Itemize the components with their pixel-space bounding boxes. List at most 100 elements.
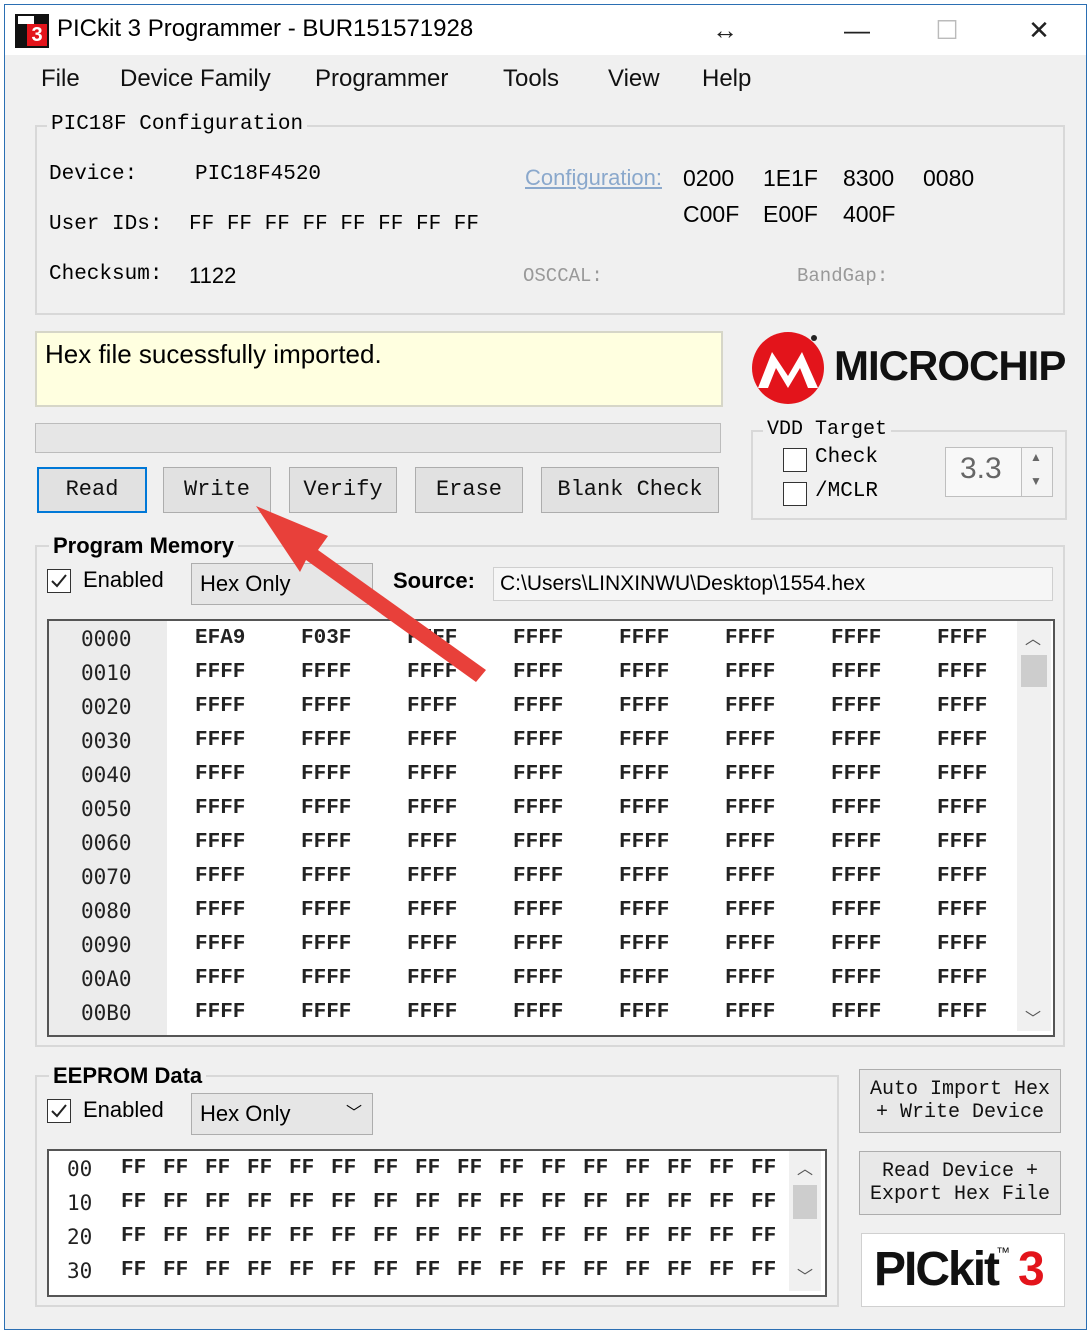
memory-word: FFFF <box>195 967 246 990</box>
microchip-logo: MICROCHIP <box>750 330 1066 406</box>
memory-word: FFFF <box>831 797 882 820</box>
program-enabled-checkbox[interactable] <box>47 569 71 593</box>
scroll-thumb[interactable] <box>1021 655 1047 687</box>
eeprom-byte: FF <box>163 1225 189 1248</box>
program-scrollbar[interactable]: ︿ ﹀ <box>1017 621 1051 1031</box>
menu-device-family[interactable]: Device Family <box>120 65 271 93</box>
spin-down-icon[interactable]: ▼ <box>1030 474 1042 488</box>
minimize-button[interactable]: — <box>823 5 891 55</box>
write-button[interactable]: Write <box>163 467 271 513</box>
memory-word: FFFF <box>619 763 670 786</box>
memory-address: 0030 <box>81 729 132 753</box>
config-word: 8300 <box>843 165 895 191</box>
memory-word: FFFF <box>831 661 882 684</box>
menu-programmer[interactable]: Programmer <box>315 65 448 93</box>
vdd-check-label: Check <box>815 446 879 469</box>
verify-button[interactable]: Verify <box>289 467 397 513</box>
memory-word: FFFF <box>937 933 988 956</box>
eeprom-byte: FF <box>247 1259 273 1282</box>
menu-view[interactable]: View <box>608 65 660 93</box>
eeprom-byte: FF <box>541 1191 567 1214</box>
memory-word: FFFF <box>513 627 564 650</box>
eeprom-byte: FF <box>415 1157 441 1180</box>
memory-word: FFFF <box>619 967 670 990</box>
read-button[interactable]: Read <box>37 467 147 513</box>
menu-help[interactable]: Help <box>702 65 751 93</box>
configuration-link[interactable]: Configuration: <box>525 165 662 191</box>
program-memory-grid[interactable]: 0000 EFA9 F03F FFFF FFFF FFFF FFFF FFFF FFFF 0010… <box>47 619 1055 1037</box>
vdd-value-field[interactable]: 3.3 <box>945 447 1027 497</box>
memory-word: FFFF <box>195 695 246 718</box>
memory-word: FFFF <box>407 899 458 922</box>
eeprom-byte: FF <box>709 1225 735 1248</box>
close-button[interactable]: ✕ <box>1005 5 1073 55</box>
program-mode-select[interactable]: Hex Only <box>191 563 373 605</box>
resize-icon[interactable]: ↔ <box>691 5 759 55</box>
program-memory-legend: Program Memory <box>49 533 238 559</box>
eeprom-byte: FF <box>415 1225 441 1248</box>
memory-word: FFFF <box>831 695 882 718</box>
eeprom-grid[interactable]: 00 FF FF FF FF FF FF FF FF FF FF FF FF FF FF FF FF 10 FF FF… <box>47 1149 827 1297</box>
read-export-button[interactable]: Read Device + Export Hex File <box>859 1151 1061 1215</box>
user-ids-label: User IDs: <box>49 213 163 236</box>
eeprom-byte: FF <box>583 1157 609 1180</box>
memory-word: FFFF <box>301 797 352 820</box>
scroll-up-icon[interactable]: ︿ <box>1025 625 1041 649</box>
memory-word: FFFF <box>513 1001 564 1024</box>
mclr-checkbox[interactable] <box>783 482 807 506</box>
menu-tools[interactable]: Tools <box>503 65 559 93</box>
configuration-legend: PIC18F Configuration <box>47 113 308 136</box>
memory-word: FFFF <box>301 899 352 922</box>
memory-word: FFFF <box>407 695 458 718</box>
memory-word: FFFF <box>619 1001 670 1024</box>
eeprom-address: 10 <box>67 1191 93 1215</box>
memory-word: FFFF <box>407 933 458 956</box>
memory-word: FFFF <box>619 627 670 650</box>
auto-import-write-button[interactable]: Auto Import Hex + Write Device <box>859 1069 1061 1133</box>
erase-button[interactable]: Erase <box>415 467 523 513</box>
memory-word: FFFF <box>619 797 670 820</box>
eeprom-byte: FF <box>205 1259 231 1282</box>
program-mode-value: Hex Only <box>200 571 291 596</box>
memory-word: FFFF <box>513 899 564 922</box>
memory-word: FFFF <box>937 729 988 752</box>
memory-word: FFFF <box>407 831 458 854</box>
eeprom-byte: FF <box>121 1259 147 1282</box>
scroll-down-icon[interactable]: ﹀ <box>1025 1005 1041 1029</box>
blank-check-button[interactable]: Blank Check <box>541 467 719 513</box>
pickit-logo: PICkit ™ 3 <box>861 1233 1065 1307</box>
checksum-value: 1122 <box>189 263 237 288</box>
menu-file[interactable]: File <box>41 65 80 93</box>
spin-up-icon[interactable]: ▲ <box>1030 450 1042 464</box>
scroll-thumb[interactable] <box>793 1185 817 1219</box>
vdd-spinner[interactable]: ▲ ▼ <box>1021 447 1053 497</box>
vdd-check-checkbox[interactable] <box>783 448 807 472</box>
memory-word: FFFF <box>725 695 776 718</box>
maximize-button[interactable]: ☐ <box>913 5 981 55</box>
status-message: Hex file sucessfully imported. <box>45 339 382 369</box>
memory-word: FFFF <box>937 831 988 854</box>
memory-word: FFFF <box>725 899 776 922</box>
eeprom-byte: FF <box>499 1225 525 1248</box>
memory-address: 0040 <box>81 763 132 787</box>
eeprom-byte: FF <box>625 1259 651 1282</box>
eeprom-scrollbar[interactable]: ︿ ﹀ <box>789 1151 821 1291</box>
eeprom-byte: FF <box>373 1157 399 1180</box>
program-enabled-label: Enabled <box>83 567 164 592</box>
memory-word: FFFF <box>619 865 670 888</box>
user-ids-value: FF FF FF FF FF FF FF FF <box>189 213 480 236</box>
scroll-up-icon[interactable]: ︿ <box>797 1155 813 1179</box>
eeprom-mode-value: Hex Only <box>200 1101 291 1126</box>
config-word: E00F <box>763 201 818 227</box>
memory-word: FFFF <box>513 661 564 684</box>
eeprom-enabled-checkbox[interactable] <box>47 1099 71 1123</box>
eeprom-byte: FF <box>163 1191 189 1214</box>
app-window: 3 PICkit 3 Programmer - BUR151571928 ↔ —… <box>4 4 1087 1330</box>
eeprom-mode-select[interactable]: Hex Only ﹀ <box>191 1093 373 1135</box>
eeprom-byte: FF <box>331 1157 357 1180</box>
memory-word: FFFF <box>725 797 776 820</box>
scroll-down-icon[interactable]: ﹀ <box>797 1263 813 1287</box>
source-path-field[interactable]: C:\Users\LINXINWU\Desktop\1554.hex <box>493 567 1053 601</box>
memory-word: FFFF <box>301 1001 352 1024</box>
memory-word: FFFF <box>725 933 776 956</box>
